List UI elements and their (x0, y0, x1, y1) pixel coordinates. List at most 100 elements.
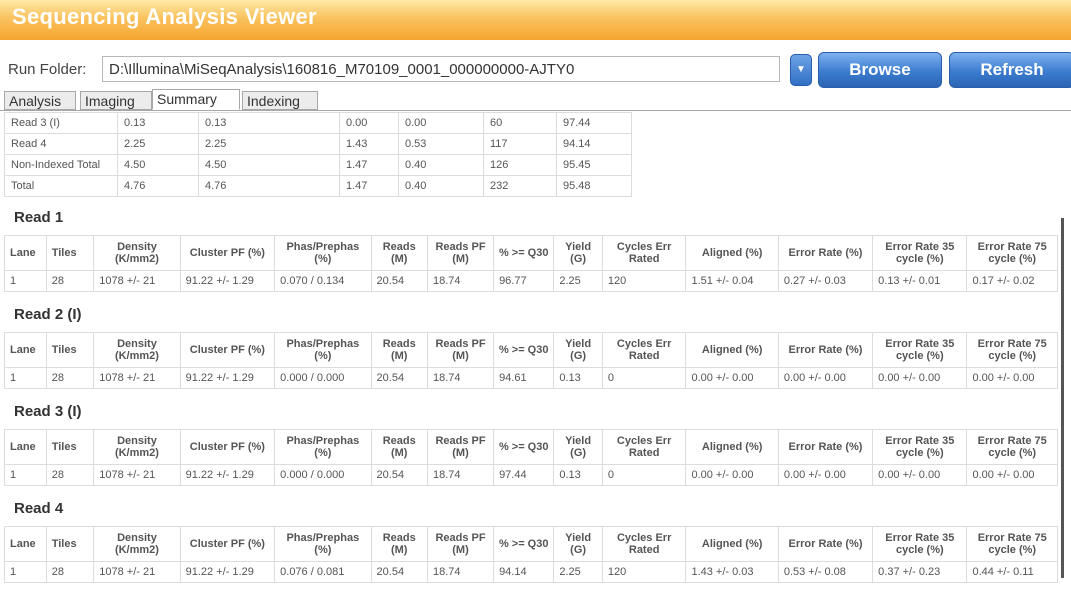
column-header[interactable]: Error Rate 35 cycle (%) (872, 235, 968, 271)
column-header[interactable]: Lane (4, 526, 47, 562)
column-header[interactable]: Error Rate 35 cycle (%) (872, 526, 968, 562)
column-header[interactable]: Yield (G) (553, 429, 603, 465)
summary-row: Read 3 (I) 0.13 0.13 0.00 0.00 60 97.44 (4, 112, 632, 134)
column-header[interactable]: Lane (4, 429, 47, 465)
column-header[interactable]: Error Rate (%) (777, 332, 874, 368)
table-cell: 0.070 / 0.134 (274, 270, 372, 292)
column-header[interactable]: Aligned (%) (685, 429, 779, 465)
column-header[interactable]: Phas/Prephas (%) (274, 526, 372, 562)
column-header[interactable]: Error Rate (%) (777, 526, 874, 562)
column-header[interactable]: Error Rate 35 cycle (%) (872, 332, 968, 368)
column-header[interactable]: Density (K/mm2) (93, 332, 181, 368)
column-header[interactable]: Yield (G) (553, 235, 603, 271)
column-header[interactable]: Density (K/mm2) (93, 429, 181, 465)
tab-indexing[interactable]: Indexing (242, 91, 318, 110)
table-cell: 120 (601, 270, 687, 292)
column-header[interactable]: Cycles Err Rated (601, 235, 687, 271)
column-header[interactable]: Error Rate 75 cycle (%) (966, 332, 1058, 368)
column-header[interactable]: Cluster PF (%) (179, 526, 276, 562)
column-header[interactable]: % >= Q30 (493, 526, 555, 562)
column-header[interactable]: Density (K/mm2) (93, 526, 181, 562)
summary-cell: Read 3 (I) (4, 112, 118, 134)
table-cell: 96.77 (493, 270, 555, 292)
column-header[interactable]: % >= Q30 (493, 429, 555, 465)
column-header[interactable]: Cycles Err Rated (601, 429, 687, 465)
table-cell: 2.25 (553, 270, 603, 292)
run-folder-input[interactable]: D:\Illumina\MiSeqAnalysis\160816_M70109_… (102, 56, 780, 82)
table-cell: 0.13 (553, 367, 603, 389)
table-cell: 0.00 +/- 0.00 (872, 464, 968, 486)
column-header[interactable]: % >= Q30 (493, 332, 555, 368)
summary-cell: 95.45 (556, 154, 632, 176)
summary-panel: Read 3 (I) 0.13 0.13 0.00 0.00 60 97.44 Read 4 2… (0, 110, 1071, 589)
column-header[interactable]: Reads PF (M) (426, 235, 495, 271)
run-folder-dropdown-button[interactable]: ▼ (790, 54, 812, 86)
column-header[interactable]: Error Rate 75 cycle (%) (966, 235, 1058, 271)
column-header[interactable]: Aligned (%) (685, 235, 779, 271)
summary-cell: 2.25 (198, 133, 340, 155)
summary-cell: 126 (483, 154, 557, 176)
column-header[interactable]: Cycles Err Rated (601, 332, 687, 368)
read-section-title: Read 1 (14, 209, 64, 226)
column-header[interactable]: Error Rate (%) (777, 235, 874, 271)
table-cell: 0.00 +/- 0.00 (685, 367, 779, 389)
column-header[interactable]: Cluster PF (%) (179, 332, 276, 368)
table-header-row: Lane Tiles Density (K/mm2) Cluster PF (%) Ph… (4, 235, 1058, 271)
table-cell: 0.17 +/- 0.02 (966, 270, 1058, 292)
summary-cell: 0.40 (398, 154, 484, 176)
column-header[interactable]: Yield (G) (553, 526, 603, 562)
table-cell: 91.22 +/- 1.29 (179, 561, 276, 583)
summary-cell: 0.13 (117, 112, 199, 134)
column-header[interactable]: Reads (M) (370, 429, 428, 465)
column-header[interactable]: Reads (M) (370, 235, 428, 271)
column-header[interactable]: Cluster PF (%) (179, 429, 276, 465)
column-header[interactable]: Error Rate (%) (777, 429, 874, 465)
tab-analysis[interactable]: Analysis (4, 91, 76, 110)
tab-imaging[interactable]: Imaging (80, 91, 152, 110)
column-header[interactable]: Tiles (45, 429, 95, 465)
column-header[interactable]: Yield (G) (553, 332, 603, 368)
column-header[interactable]: Phas/Prephas (%) (274, 235, 372, 271)
column-header[interactable]: % >= Q30 (493, 235, 555, 271)
column-header[interactable]: Aligned (%) (685, 526, 779, 562)
summary-row: Read 4 2.25 2.25 1.43 0.53 117 94.14 (4, 133, 632, 155)
refresh-button[interactable]: Refresh (949, 52, 1071, 88)
column-header[interactable]: Error Rate 75 cycle (%) (966, 526, 1058, 562)
summary-cell: Read 4 (4, 133, 118, 155)
table-header-row: Lane Tiles Density (K/mm2) Cluster PF (%) Ph… (4, 526, 1058, 562)
column-header[interactable]: Cycles Err Rated (601, 526, 687, 562)
table-cell: 0.00 +/- 0.00 (777, 464, 874, 486)
table-cell: 20.54 (370, 561, 428, 583)
column-header[interactable]: Reads PF (M) (426, 332, 495, 368)
table-row: 1 28 1078 +/- 21 91.22 +/- 1.29 0.076 / 0.08… (4, 561, 1058, 583)
vertical-scrollbar[interactable] (1061, 218, 1064, 578)
browse-button[interactable]: Browse (818, 52, 942, 88)
column-header[interactable]: Density (K/mm2) (93, 235, 181, 271)
table-cell: 0.13 +/- 0.01 (872, 270, 968, 292)
column-header[interactable]: Cluster PF (%) (179, 235, 276, 271)
column-header[interactable]: Phas/Prephas (%) (274, 429, 372, 465)
summary-cell: 4.50 (198, 154, 340, 176)
column-header[interactable]: Reads (M) (370, 526, 428, 562)
column-header[interactable]: Error Rate 35 cycle (%) (872, 429, 968, 465)
table-header-row: Lane Tiles Density (K/mm2) Cluster PF (%) Ph… (4, 332, 1058, 368)
column-header[interactable]: Aligned (%) (685, 332, 779, 368)
table-cell: 0 (601, 464, 687, 486)
run-folder-row: Run Folder: D:\Illumina\MiSeqAnalysis\16… (0, 52, 1071, 88)
tab-summary[interactable]: Summary (152, 89, 240, 110)
column-header[interactable]: Error Rate 75 cycle (%) (966, 429, 1058, 465)
chevron-down-icon: ▼ (796, 64, 806, 75)
column-header[interactable]: Lane (4, 235, 47, 271)
column-header[interactable]: Lane (4, 332, 47, 368)
column-header[interactable]: Tiles (45, 235, 95, 271)
table-cell: 1 (4, 270, 47, 292)
column-header[interactable]: Reads PF (M) (426, 526, 495, 562)
column-header[interactable]: Tiles (45, 332, 95, 368)
column-header[interactable]: Reads (M) (370, 332, 428, 368)
column-header[interactable]: Phas/Prephas (%) (274, 332, 372, 368)
read-section-title: Read 2 (I) (14, 306, 82, 323)
column-header[interactable]: Tiles (45, 526, 95, 562)
column-header[interactable]: Reads PF (M) (426, 429, 495, 465)
read-table: Lane Tiles Density (K/mm2) Cluster PF (%) Ph… (4, 235, 1058, 292)
table-cell: 1.51 +/- 0.04 (685, 270, 779, 292)
